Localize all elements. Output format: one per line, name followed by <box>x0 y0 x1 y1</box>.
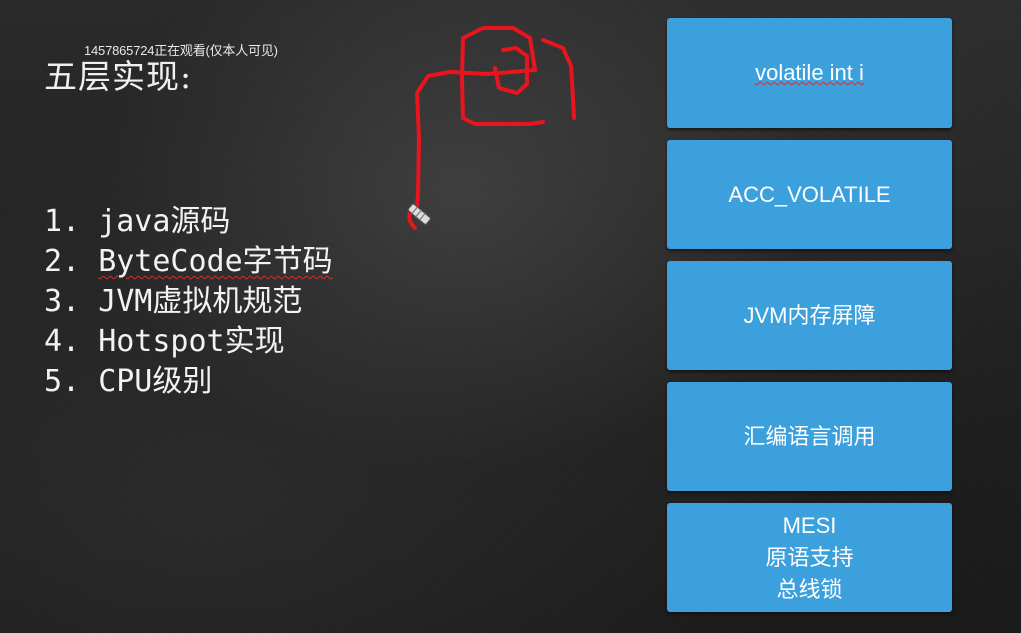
list-item-label: Hotspot实现 <box>98 324 285 359</box>
list-item-number: 3. <box>44 284 81 319</box>
list-item-label: ByteCode字节码 <box>98 244 333 279</box>
layer-box-label: ACC_VOLATILE <box>728 181 891 207</box>
list-item-number: 5. <box>44 364 81 399</box>
red-pen-annotation <box>407 26 576 230</box>
list-item-number: 1. <box>44 204 81 239</box>
slide-title: 五层实现: <box>44 57 193 96</box>
layer-list: 1. java源码 2. ByteCode字节码 3. JVM虚拟机规范 4. … <box>44 202 333 402</box>
list-item-number: 4. <box>44 324 81 359</box>
layer-box-label: volatile int i <box>755 60 864 85</box>
layer-box-label: 汇编语言调用 <box>743 423 876 449</box>
list-item: 2. ByteCode字节码 <box>44 242 333 282</box>
list-item: 5. CPU级别 <box>44 362 333 402</box>
list-item: 4. Hotspot实现 <box>44 322 333 362</box>
layer-box-label: JVM内存屏障 <box>743 302 876 328</box>
list-item-label: java源码 <box>98 204 231 239</box>
list-item: 3. JVM虚拟机规范 <box>44 282 333 322</box>
list-item-label: JVM虚拟机规范 <box>98 284 303 319</box>
layer-box-jvm: JVM内存屏障 <box>667 261 952 370</box>
layer-box-label: MESI <box>782 512 837 538</box>
list-item-number: 2. <box>44 244 81 279</box>
list-item-label: CPU级别 <box>98 364 213 399</box>
layer-box-label: 原语支持 <box>765 544 854 570</box>
list-item: 1. java源码 <box>44 202 333 242</box>
layer-box-cpu: MESI 原语支持 总线锁 <box>667 503 952 612</box>
layer-box-bytecode: ACC_VOLATILE <box>667 140 952 249</box>
layer-box-assembly: 汇编语言调用 <box>667 382 952 491</box>
layer-box-source: volatile int i <box>667 18 952 128</box>
layer-box-label: 总线锁 <box>776 576 843 602</box>
